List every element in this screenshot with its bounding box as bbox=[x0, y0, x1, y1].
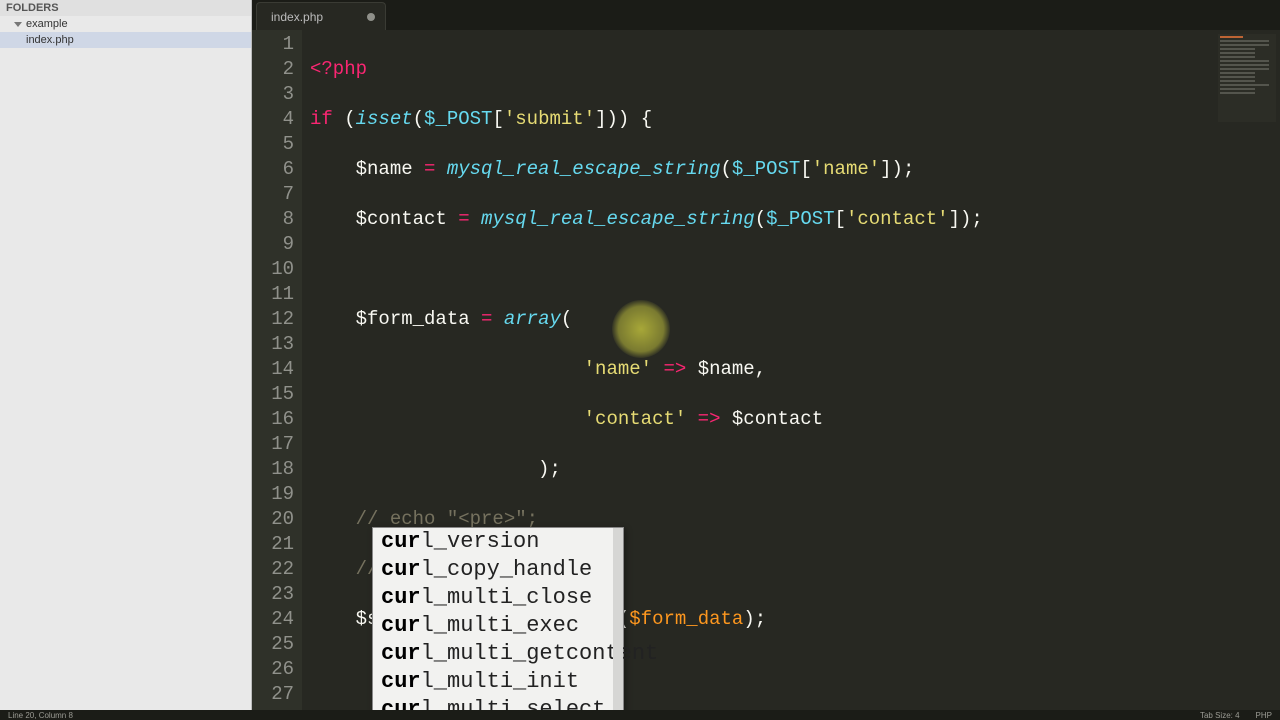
line-number: 12 bbox=[252, 307, 302, 332]
ac-prefix: cur bbox=[381, 613, 421, 638]
sidebar-file-indexphp[interactable]: index.php bbox=[0, 32, 251, 48]
autocomplete-item[interactable]: curl_version bbox=[373, 528, 623, 556]
chevron-down-icon bbox=[14, 22, 22, 27]
var: $name bbox=[698, 358, 755, 380]
line-number: 7 bbox=[252, 182, 302, 207]
line-number: 25 bbox=[252, 632, 302, 657]
fn: mysql_real_escape_string bbox=[447, 158, 721, 180]
var: $form_data bbox=[356, 308, 470, 330]
line-number: 1 bbox=[252, 32, 302, 57]
sidebar: FOLDERS example index.php bbox=[0, 0, 252, 710]
line-number: 16 bbox=[252, 407, 302, 432]
line-number: 4 bbox=[252, 107, 302, 132]
op: = bbox=[447, 208, 481, 230]
sidebar-folder-example[interactable]: example bbox=[0, 16, 251, 32]
line-number: 8 bbox=[252, 207, 302, 232]
ac-rest: l_version bbox=[421, 529, 540, 554]
ac-rest: l_multi_select bbox=[421, 697, 606, 710]
var: $contact bbox=[356, 208, 447, 230]
line-number: 20 bbox=[252, 507, 302, 532]
autocomplete-item[interactable]: curl_multi_getcontent bbox=[373, 640, 623, 668]
autocomplete-item[interactable]: curl_multi_exec bbox=[373, 612, 623, 640]
folder-label: example bbox=[26, 18, 68, 30]
ac-prefix: cur bbox=[381, 529, 421, 554]
str: 'name' bbox=[812, 158, 880, 180]
str: 'contact' bbox=[584, 408, 687, 430]
line-number: 24 bbox=[252, 607, 302, 632]
fn: array bbox=[504, 308, 561, 330]
status-tabsize[interactable]: Tab Size: 4 bbox=[1200, 711, 1240, 720]
line-number: 27 bbox=[252, 682, 302, 707]
line-number: 11 bbox=[252, 282, 302, 307]
minimap[interactable] bbox=[1218, 34, 1276, 122]
line-number: 2 bbox=[252, 57, 302, 82]
op: => bbox=[652, 358, 698, 380]
arg: $form_data bbox=[629, 608, 743, 630]
autocomplete-item[interactable]: curl_multi_init bbox=[373, 668, 623, 696]
str: 'submit' bbox=[504, 108, 595, 130]
op: = bbox=[470, 308, 504, 330]
line-number: 3 bbox=[252, 82, 302, 107]
status-bar: Line 20, Column 8 Tab Size: 4 PHP bbox=[0, 710, 1280, 720]
ac-rest: l_multi_getcontent bbox=[421, 641, 659, 666]
var: $_POST bbox=[766, 208, 834, 230]
ac-rest: l_multi_close bbox=[421, 585, 593, 610]
line-number: 10 bbox=[252, 257, 302, 282]
var: $contact bbox=[732, 408, 823, 430]
fn: isset bbox=[356, 108, 413, 130]
str: 'contact' bbox=[846, 208, 949, 230]
autocomplete-item[interactable]: curl_multi_close bbox=[373, 584, 623, 612]
ac-prefix: cur bbox=[381, 557, 421, 582]
line-number: 17 bbox=[252, 432, 302, 457]
autocomplete-item[interactable]: curl_copy_handle bbox=[373, 556, 623, 584]
dirty-indicator-icon bbox=[367, 13, 375, 21]
str: 'name' bbox=[584, 358, 652, 380]
tab-title: index.php bbox=[271, 10, 323, 24]
line-number: 19 bbox=[252, 482, 302, 507]
autocomplete-item[interactable]: curl_multi_select bbox=[373, 696, 623, 710]
line-number: 21 bbox=[252, 532, 302, 557]
ac-prefix: cur bbox=[381, 697, 421, 710]
line-number: 14 bbox=[252, 357, 302, 382]
editor[interactable]: 1 2 3 4 5 6 7 8 9 10 11 12 13 14 15 16 1… bbox=[252, 30, 1280, 710]
fn: mysql_real_escape_string bbox=[481, 208, 755, 230]
tab-bar: index.php bbox=[252, 0, 1280, 30]
tab-indexphp[interactable]: index.php bbox=[256, 2, 386, 30]
ac-prefix: cur bbox=[381, 585, 421, 610]
ac-prefix: cur bbox=[381, 669, 421, 694]
paren: ); bbox=[538, 458, 561, 480]
line-number: 23 bbox=[252, 582, 302, 607]
line-number: 13 bbox=[252, 332, 302, 357]
line-number: 22 bbox=[252, 557, 302, 582]
line-number: 26 bbox=[252, 657, 302, 682]
ac-rest: l_multi_exec bbox=[421, 613, 579, 638]
line-number: 5 bbox=[252, 132, 302, 157]
op: => bbox=[686, 408, 732, 430]
file-label: index.php bbox=[26, 34, 74, 46]
autocomplete-popup[interactable]: curl_version curl_copy_handle curl_multi… bbox=[372, 527, 624, 710]
php-open-tag: <?php bbox=[310, 58, 367, 80]
gutter: 1 2 3 4 5 6 7 8 9 10 11 12 13 14 15 16 1… bbox=[252, 30, 302, 710]
ac-rest: l_multi_init bbox=[421, 669, 579, 694]
line-number: 18 bbox=[252, 457, 302, 482]
sidebar-header: FOLDERS bbox=[0, 0, 251, 16]
line-number: 15 bbox=[252, 382, 302, 407]
status-language[interactable]: PHP bbox=[1256, 711, 1272, 720]
var: $_POST bbox=[732, 158, 800, 180]
var: $name bbox=[356, 158, 413, 180]
line-number: 6 bbox=[252, 157, 302, 182]
status-position[interactable]: Line 20, Column 8 bbox=[8, 711, 73, 720]
op: = bbox=[413, 158, 447, 180]
var: $_POST bbox=[424, 108, 492, 130]
kw: if bbox=[310, 108, 333, 130]
ac-prefix: cur bbox=[381, 641, 421, 666]
ac-rest: l_copy_handle bbox=[421, 557, 593, 582]
line-number: 9 bbox=[252, 232, 302, 257]
